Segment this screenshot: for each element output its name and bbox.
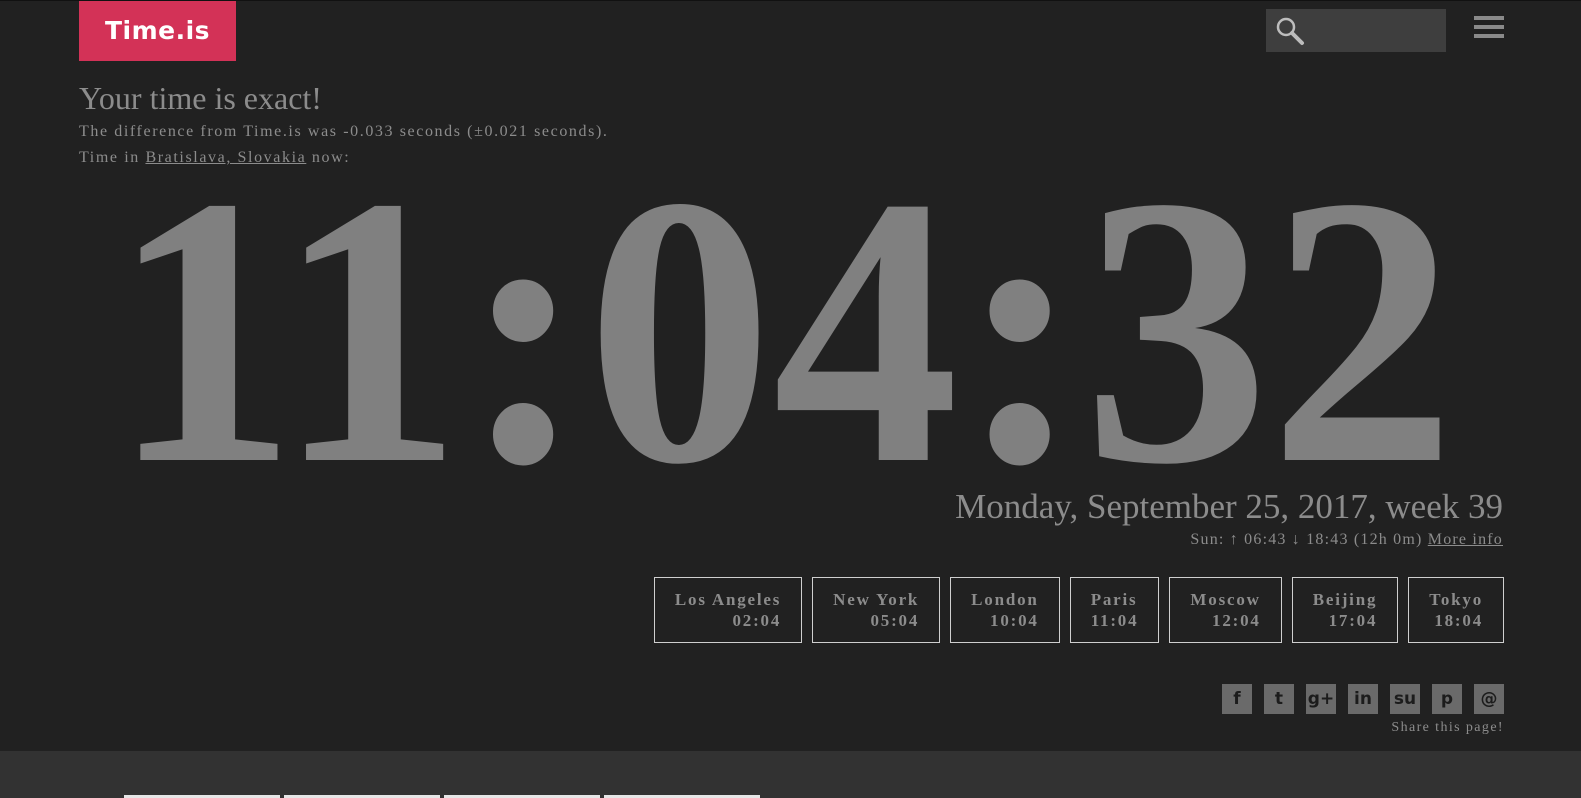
city-name: Paris <box>1090 590 1138 609</box>
city-name: Los Angeles <box>674 590 782 609</box>
stumbleupon-icon[interactable]: su <box>1390 684 1420 714</box>
date-display: Monday, September 25, 2017, week 39 <box>955 487 1503 526</box>
city-clock[interactable]: Beijing 17:04 <box>1291 577 1399 643</box>
more-info-link[interactable]: More info <box>1428 531 1503 548</box>
google-plus-icon[interactable]: g+ <box>1306 684 1336 714</box>
city-time: 05:04 <box>870 611 920 630</box>
page: Time.is Your time is exact! The differen… <box>0 0 1581 798</box>
city-time: 11:04 <box>1090 611 1139 630</box>
location-prefix: Time in <box>79 149 146 166</box>
search-input[interactable] <box>1266 9 1446 52</box>
twitter-icon[interactable]: t <box>1264 684 1294 714</box>
site-logo[interactable]: Time.is <box>79 1 236 61</box>
main-clock: 11:04:32 <box>0 118 1581 544</box>
top-border <box>0 0 1581 1</box>
city-clock[interactable]: Paris 11:04 <box>1069 577 1160 643</box>
city-clock[interactable]: New York 05:04 <box>812 577 941 643</box>
world-clocks: Los Angeles 02:04 New York 05:04 London 10:04… <box>653 577 1504 643</box>
search-icon <box>1276 17 1304 45</box>
sun-times: Sun: ↑ 06:43 ↓ 18:43 (12h 0m) <box>1190 531 1428 548</box>
city-clock[interactable]: London 10:04 <box>950 577 1060 643</box>
linkedin-icon[interactable]: in <box>1348 684 1378 714</box>
city-name: Beijing <box>1312 590 1378 609</box>
location-line: Time in Bratislava, Slovakia now: <box>79 149 350 167</box>
city-name: Moscow <box>1190 590 1261 609</box>
time-status-title: Your time is exact! <box>79 80 322 116</box>
share-buttons: f t g+ in su p @ <box>1222 684 1504 714</box>
city-time: 10:04 <box>990 611 1039 630</box>
clock-time: 11:04:32 <box>111 190 1456 480</box>
hamburger-menu-icon[interactable] <box>1474 16 1504 46</box>
menu-bar <box>1474 34 1504 38</box>
city-time: 12:04 <box>1212 611 1261 630</box>
city-time: 18:04 <box>1434 611 1483 630</box>
city-name: London <box>971 590 1039 609</box>
footer-band <box>0 751 1581 798</box>
city-name: New York <box>833 590 920 609</box>
email-icon[interactable]: @ <box>1474 684 1504 714</box>
sun-info: Sun: ↑ 06:43 ↓ 18:43 (12h 0m) More info <box>1190 531 1503 549</box>
time-difference-text: The difference from Time.is was -0.033 s… <box>79 123 609 140</box>
share-label: Share this page! <box>1391 720 1504 735</box>
city-name: Tokyo <box>1429 590 1483 609</box>
pinterest-icon[interactable]: p <box>1432 684 1462 714</box>
city-time: 17:04 <box>1328 611 1378 630</box>
facebook-icon[interactable]: f <box>1222 684 1252 714</box>
menu-bar <box>1474 16 1504 20</box>
city-clock[interactable]: Los Angeles 02:04 <box>653 577 803 643</box>
location-suffix: now: <box>306 149 351 166</box>
city-clock[interactable]: Tokyo 18:04 <box>1408 577 1504 643</box>
menu-bar <box>1474 25 1504 29</box>
city-clock[interactable]: Moscow 12:04 <box>1169 577 1282 643</box>
location-link[interactable]: Bratislava, Slovakia <box>145 149 306 166</box>
city-time: 02:04 <box>732 611 782 630</box>
